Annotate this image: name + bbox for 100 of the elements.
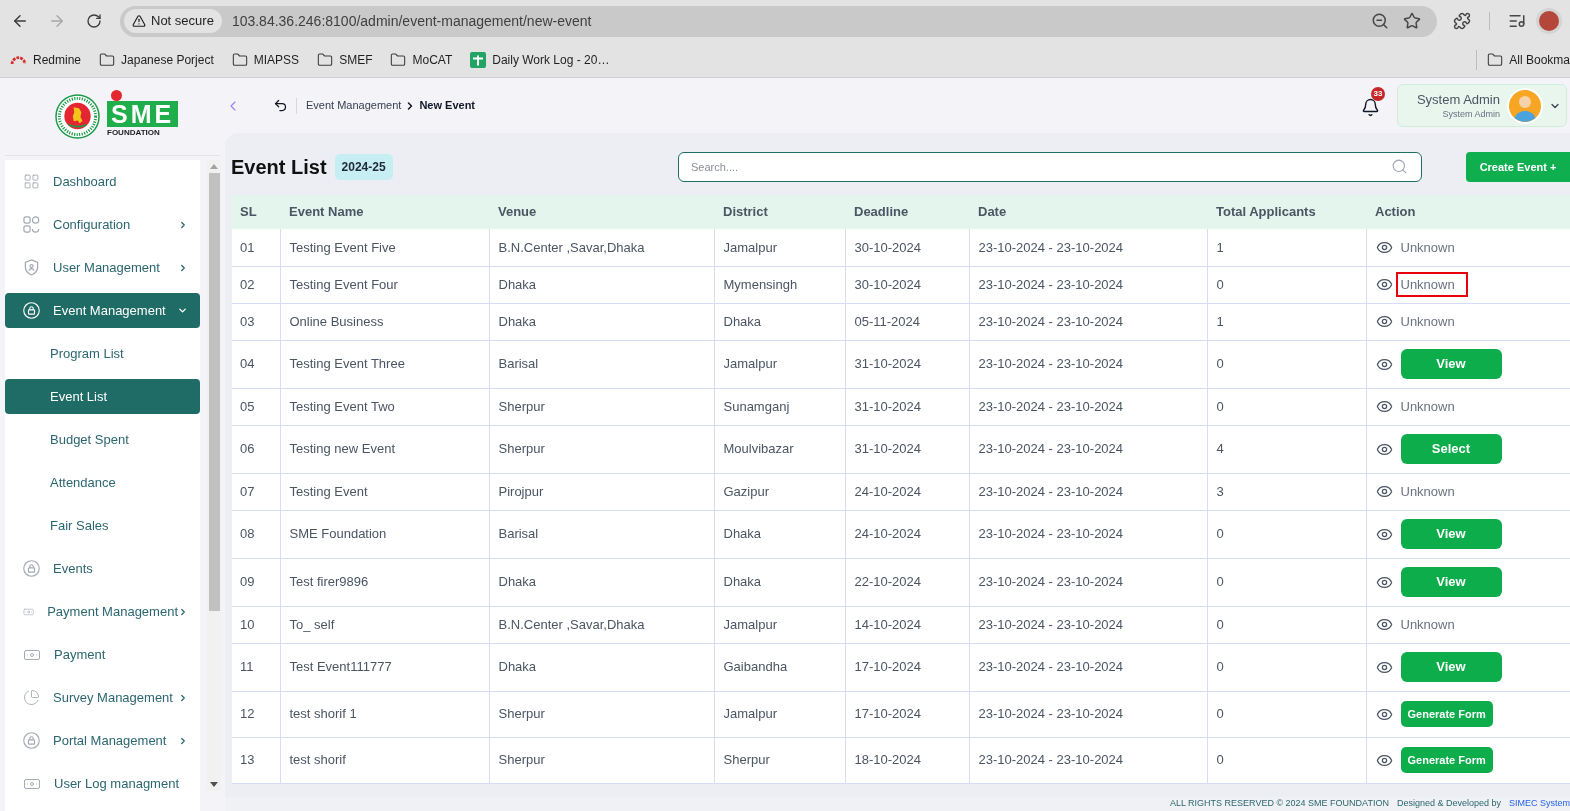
status-text: Unknown (1400, 615, 1455, 634)
sidebar-subitem[interactable]: Fair Sales (5, 508, 200, 543)
zoom-out-icon[interactable] (1371, 12, 1389, 30)
sidebar-item[interactable]: Configuration (5, 207, 200, 242)
table-cell: SME Foundation (280, 510, 489, 558)
year-badge: 2024-25 (334, 154, 393, 180)
table-cell: 07 (232, 473, 280, 510)
table-cell: Dhaka (489, 558, 714, 606)
status-text: Unknown (1400, 312, 1455, 331)
scroll-down-arrow-icon[interactable] (210, 782, 218, 787)
table-cell: Gazipur (714, 473, 845, 510)
table-cell: Sherpur (489, 691, 714, 737)
table-cell: 22-10-2024 (845, 558, 969, 606)
table-cell: 17-10-2024 (845, 691, 969, 737)
table-cell: 3 (1207, 473, 1366, 510)
folder-icon (390, 51, 407, 68)
breadcrumb-item[interactable]: Event Management (306, 97, 402, 114)
eye-icon[interactable] (1375, 398, 1393, 415)
scrollbar-thumb[interactable] (208, 173, 220, 611)
bookmark-item[interactable]: MoCAT (390, 50, 453, 69)
media-control-icon[interactable] (1508, 12, 1526, 30)
lock-circle-icon (23, 732, 40, 749)
table-cell: 31-10-2024 (845, 340, 969, 388)
table-cell: test shorif (280, 737, 489, 783)
table-cell: 0 (1207, 606, 1366, 643)
eye-icon[interactable] (1375, 483, 1393, 500)
column-header: Venue (489, 195, 714, 229)
table-cell: 23-10-2024 - 23-10-2024 (969, 737, 1207, 783)
url-text[interactable]: 103.84.36.246:8100/admin/event-management/new-event (231, 10, 592, 32)
notification-count: 33 (1371, 87, 1385, 101)
table-cell: 03 (232, 303, 280, 340)
column-header: Event Name (280, 195, 489, 229)
sidebar-subitem[interactable]: Attendance (5, 465, 200, 500)
security-label: Not secure (151, 12, 214, 31)
sidebar-item[interactable]: Dashboard (5, 164, 200, 199)
table-cell: 09 (232, 558, 280, 606)
table-cell: 0 (1207, 266, 1366, 303)
sidebar-item[interactable]: Payment Management (5, 594, 200, 629)
column-header: Total Applicants (1207, 195, 1366, 229)
sidebar-item[interactable]: Event Management (5, 293, 200, 328)
security-chip[interactable]: Not secure (124, 9, 222, 33)
table-cell: Jamalpur (714, 229, 845, 266)
folder-icon (99, 51, 116, 68)
sidebar-subitem[interactable]: Budget Spent (5, 422, 200, 457)
developer-link[interactable]: SIMEC System (1509, 797, 1570, 811)
table-cell: 23-10-2024 - 23-10-2024 (969, 340, 1207, 388)
sidebar-item[interactable]: User Log managment (5, 766, 200, 801)
table-cell: 05 (232, 388, 280, 425)
user-menu[interactable]: System Admin System Admin (1397, 84, 1567, 127)
table-cell: 17-10-2024 (845, 643, 969, 691)
table-cell: 10 (232, 606, 280, 643)
table-cell: B.N.Center ,Savar,Dhaka (489, 606, 714, 643)
table-cell: Jamalpur (714, 691, 845, 737)
pie-chart-icon (23, 689, 40, 706)
sidebar-subitem[interactable]: Program List (5, 336, 200, 371)
scrollbar[interactable] (207, 160, 221, 791)
table-cell: 24-10-2024 (845, 473, 969, 510)
sidebar-item[interactable]: User Management (5, 250, 200, 285)
search-field[interactable]: Search.... (678, 152, 1422, 182)
eye-icon[interactable] (1375, 616, 1393, 633)
table-cell: 0 (1207, 691, 1366, 737)
table-cell: Dhaka (714, 510, 845, 558)
table-cell: 4 (1207, 425, 1366, 473)
all-bookmarks-item[interactable]: All Bookma (1487, 50, 1570, 69)
table-cell: Sherpur (714, 737, 845, 783)
table-cell: Dhaka (489, 303, 714, 340)
profile-avatar-icon[interactable] (1536, 8, 1562, 34)
address-bar[interactable]: Not secure 103.84.36.246:8100/admin/event-management/new-event (120, 5, 1437, 37)
table-cell: 23-10-2024 - 23-10-2024 (969, 558, 1207, 606)
table-cell: 11 (232, 643, 280, 691)
bookmark-item[interactable]: Daily Work Log - 20… (470, 50, 610, 69)
warning-icon (132, 14, 146, 28)
sidebar-item[interactable]: Portal Management (5, 723, 200, 758)
star-icon[interactable] (1403, 12, 1421, 30)
back-arrow-icon[interactable] (273, 98, 288, 113)
bookmark-item[interactable]: MIAPSS (231, 50, 300, 69)
table-cell: Dhaka (714, 303, 845, 340)
table-cell: 02 (232, 266, 280, 303)
table-cell: 24-10-2024 (845, 510, 969, 558)
eye-icon[interactable] (1375, 276, 1393, 293)
table-cell: Jamalpur (714, 606, 845, 643)
breadcrumb-item: New Event (419, 98, 476, 114)
table-cell: Sunamganj (714, 388, 845, 425)
table-cell: Sherpur (489, 388, 714, 425)
reload-icon (86, 13, 102, 29)
status-text: Unknown (1400, 482, 1455, 501)
table-cell: 23-10-2024 - 23-10-2024 (969, 425, 1207, 473)
eye-icon[interactable] (1375, 313, 1393, 330)
notification-bell-icon[interactable] (1361, 98, 1380, 117)
extension-icon[interactable] (1453, 12, 1471, 30)
table-cell: 23-10-2024 - 23-10-2024 (969, 510, 1207, 558)
bookmark-item[interactable]: SMEF (317, 50, 373, 69)
sidebar-item[interactable]: Survey Management (5, 680, 200, 715)
sidebar-item[interactable]: Events (5, 551, 200, 586)
column-header: SL (232, 195, 280, 229)
table-cell: Testing new Event (280, 425, 489, 473)
bookmark-item[interactable]: Redmine (10, 50, 82, 69)
bookmark-item[interactable]: Japanese Porject (99, 50, 214, 69)
sidebar-item[interactable]: Payment (5, 637, 200, 672)
sidebar-subitem[interactable]: Event List (5, 379, 200, 414)
